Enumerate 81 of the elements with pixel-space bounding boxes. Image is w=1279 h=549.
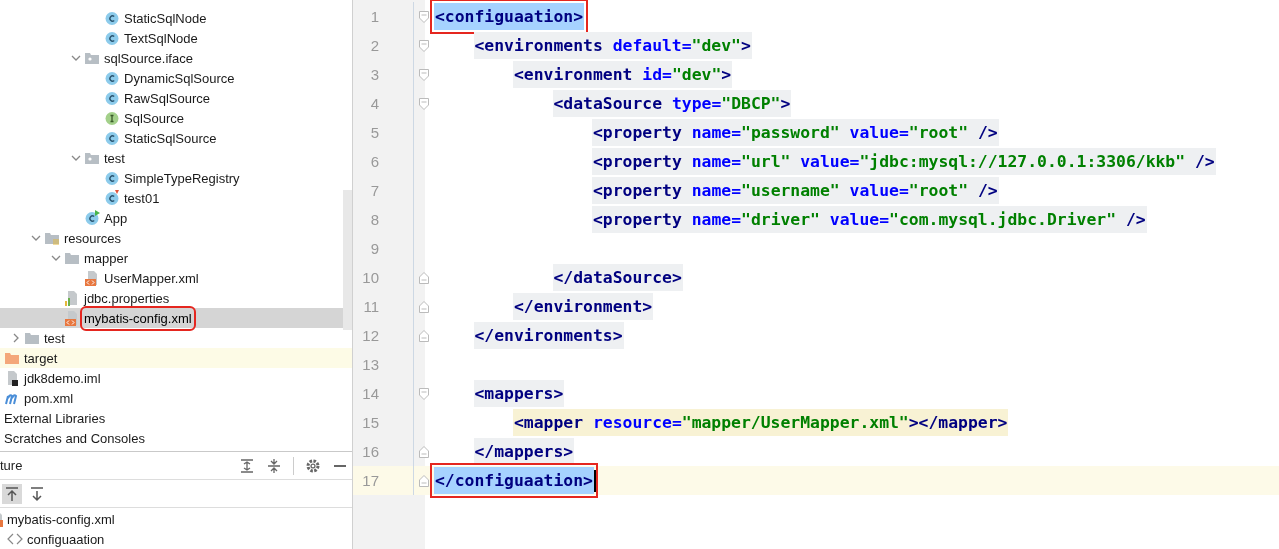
folder-icon	[84, 50, 100, 66]
folder-icon	[24, 330, 40, 346]
tree-item-label[interactable]: Scratches and Consoles	[4, 429, 145, 447]
line-number: 2	[369, 37, 380, 54]
line-number: 17	[361, 472, 380, 489]
expanded-chevron-icon[interactable]	[71, 53, 81, 63]
line-number: 5	[369, 124, 380, 141]
line-number: 13	[361, 356, 380, 373]
tree-item-label[interactable]: resources	[64, 229, 122, 247]
tree-item-label[interactable]: SimpleTypeRegistry	[124, 169, 240, 187]
folder-icon	[4, 350, 20, 366]
tree-item-label[interactable]: RawSqlSource	[124, 89, 210, 107]
tree-item-label[interactable]: TextSqlNode	[124, 29, 198, 47]
tree-item-label[interactable]: test01	[124, 189, 160, 207]
class-icon	[104, 30, 120, 46]
expanded-chevron-icon[interactable]	[71, 153, 81, 163]
line-number: 9	[369, 240, 380, 257]
line-number: 3	[369, 66, 380, 83]
folder-icon	[84, 150, 100, 166]
class-icon	[104, 170, 120, 186]
tree-item-label[interactable]: pom.xml	[24, 389, 74, 407]
collapsed-chevron-icon[interactable]	[11, 333, 21, 343]
file-icon	[64, 290, 80, 306]
fold-marker-icon[interactable]	[419, 68, 429, 81]
class-icon	[104, 90, 120, 106]
line-number: 15	[361, 414, 380, 431]
tree-item-label[interactable]: UserMapper.xml	[104, 269, 199, 287]
tree-item-label[interactable]: DynamicSqlSource	[124, 69, 235, 87]
folder-icon	[64, 250, 80, 266]
line-number: 6	[369, 153, 380, 170]
text-cursor	[593, 469, 596, 492]
line-number: 14	[361, 385, 380, 402]
fold-marker-icon[interactable]	[419, 474, 429, 487]
fold-marker-icon[interactable]	[419, 387, 429, 400]
settings-icon[interactable]	[305, 457, 321, 474]
fold-marker-icon[interactable]	[419, 97, 429, 110]
line-number: 4	[369, 95, 380, 112]
line-number: 1	[369, 8, 380, 25]
line-number: 11	[362, 298, 380, 315]
tree-item-label[interactable]: StaticSqlNode	[124, 9, 207, 27]
line-number: 10	[361, 269, 380, 286]
tree-item-label[interactable]: External Libraries	[4, 409, 106, 427]
tree-item-label[interactable]: test	[104, 149, 125, 167]
expanded-chevron-icon[interactable]	[31, 233, 41, 243]
fold-marker-icon[interactable]	[419, 300, 429, 313]
fold-marker-icon[interactable]	[419, 329, 429, 342]
class-icon	[84, 210, 100, 226]
class-icon	[104, 70, 120, 86]
fold-marker-icon[interactable]	[419, 445, 429, 458]
tree-item-label[interactable]: jdbc.properties	[84, 289, 170, 307]
tree-item-label[interactable]: App	[104, 209, 128, 227]
tree-item-label[interactable]: mapper	[84, 249, 129, 267]
line-number: 12	[361, 327, 380, 344]
folder-icon	[44, 230, 60, 246]
structure-item-label[interactable]: mybatis-config.xml	[7, 510, 115, 528]
collapse-all-icon[interactable]	[266, 457, 282, 474]
class-icon	[104, 190, 120, 206]
structure-item-label[interactable]: configuaation	[27, 530, 105, 548]
line-number: 8	[369, 211, 380, 228]
class-icon	[104, 130, 120, 146]
tree-item-label[interactable]: target	[24, 349, 58, 367]
line-number: 7	[369, 182, 380, 199]
file-icon	[64, 310, 80, 326]
panel-title: ture	[0, 458, 23, 473]
expanded-chevron-icon[interactable]	[51, 253, 61, 263]
tree-item-label[interactable]: sqlSource.iface	[104, 49, 193, 67]
tag-icon	[7, 531, 23, 547]
interface-icon	[104, 110, 120, 126]
tree-item-label[interactable]: jdk8demo.iml	[24, 369, 101, 387]
line-number: 16	[361, 443, 380, 460]
scroll-to-source-button[interactable]	[2, 483, 22, 504]
scrollbar[interactable]	[343, 190, 352, 330]
fold-marker-icon[interactable]	[419, 271, 429, 284]
expand-all-icon[interactable]	[239, 457, 255, 474]
tree-item-label[interactable]: SqlSource	[124, 109, 184, 127]
fold-marker-icon[interactable]	[419, 39, 429, 52]
fold-marker-icon[interactable]	[419, 10, 429, 23]
tree-item-label[interactable]: test	[44, 329, 65, 347]
file-icon	[84, 270, 100, 286]
class-icon	[104, 10, 120, 26]
tree-item-label[interactable]: StaticSqlSource	[124, 129, 217, 147]
